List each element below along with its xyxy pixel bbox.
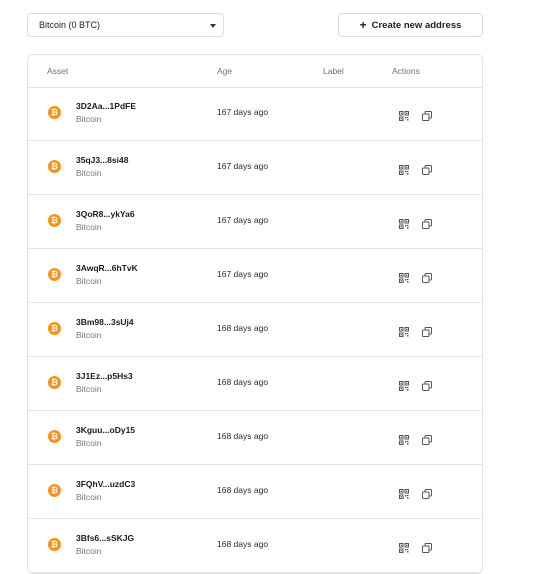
qr-code-icon[interactable] <box>399 162 409 175</box>
address-age: 168 days ago <box>217 431 269 441</box>
copy-icon[interactable] <box>422 108 432 121</box>
chain-name: Bitcoin <box>76 546 102 556</box>
asset-select[interactable]: Bitcoin (0 BTC) <box>27 13 224 37</box>
address-text: 3J1Ez...p5Hs3 <box>76 371 133 381</box>
address-age: 168 days ago <box>217 485 269 495</box>
bitcoin-icon: ₿ <box>48 106 61 119</box>
qr-code-icon[interactable] <box>399 270 409 283</box>
qr-code-icon[interactable] <box>399 378 409 391</box>
bitcoin-icon: ₿ <box>48 268 61 281</box>
address-table: Asset Age Label Actions ₿ 3D2Aa...1PdFE Bi… <box>27 54 483 574</box>
address-text: 3Bfs6...sSKJG <box>76 533 135 543</box>
copy-icon[interactable] <box>422 432 432 445</box>
qr-code-icon[interactable] <box>399 108 409 121</box>
table-header: Asset Age Label Actions <box>28 55 482 88</box>
address-age: 167 days ago <box>217 215 269 225</box>
asset-select-value: Bitcoin (0 BTC) <box>39 20 101 30</box>
column-header-age: Age <box>217 66 233 76</box>
address-text: 3Bm98...3sUj4 <box>76 317 134 327</box>
copy-icon[interactable] <box>422 270 432 283</box>
qr-code-icon[interactable] <box>399 432 409 445</box>
table-row[interactable]: ₿ 3QoR8...ykYa6 Bitcoin 167 days ago <box>28 195 482 249</box>
chain-name: Bitcoin <box>76 114 102 124</box>
plus-icon: + <box>359 18 367 32</box>
table-row[interactable]: ₿ 3Kguu...oDy15 Bitcoin 168 days ago <box>28 411 482 465</box>
copy-icon[interactable] <box>422 216 432 229</box>
bitcoin-icon: ₿ <box>48 160 61 173</box>
create-address-label: Create new address <box>371 19 462 31</box>
chain-name: Bitcoin <box>76 276 102 286</box>
copy-icon[interactable] <box>422 324 432 337</box>
chain-name: Bitcoin <box>76 168 102 178</box>
table-row[interactable]: ₿ 3Bm98...3sUj4 Bitcoin 168 days ago <box>28 303 482 357</box>
copy-icon[interactable] <box>422 486 432 499</box>
chain-name: Bitcoin <box>76 492 102 502</box>
address-age: 168 days ago <box>217 377 269 387</box>
table-row[interactable]: ₿ 3D2Aa...1PdFE Bitcoin 167 days ago <box>28 87 482 141</box>
chain-name: Bitcoin <box>76 438 102 448</box>
address-age: 168 days ago <box>217 323 269 333</box>
qr-code-icon[interactable] <box>399 486 409 499</box>
bitcoin-icon: ₿ <box>48 484 61 497</box>
column-header-actions: Actions <box>392 66 420 76</box>
table-row[interactable]: ₿ 3Bfs6...sSKJG Bitcoin 168 days ago <box>28 519 482 573</box>
address-age: 167 days ago <box>217 161 269 171</box>
column-header-asset: Asset <box>47 66 69 76</box>
address-text: 3AwqR...6hTvK <box>76 263 138 273</box>
bitcoin-icon: ₿ <box>48 214 61 227</box>
chain-name: Bitcoin <box>76 222 102 232</box>
table-row[interactable]: ₿ 3FQhV...uzdC3 Bitcoin 168 days ago <box>28 465 482 519</box>
bitcoin-icon: ₿ <box>48 376 61 389</box>
create-address-button[interactable]: + Create new address <box>338 13 483 37</box>
address-text: 3FQhV...uzdC3 <box>76 479 136 489</box>
bitcoin-icon: ₿ <box>48 322 61 335</box>
chain-name: Bitcoin <box>76 384 102 394</box>
address-text: 3QoR8...ykYa6 <box>76 209 135 219</box>
qr-code-icon[interactable] <box>399 216 409 229</box>
address-text: 3D2Aa...1PdFE <box>76 101 136 111</box>
table-row[interactable]: ₿ 3J1Ez...p5Hs3 Bitcoin 168 days ago <box>28 357 482 411</box>
table-row[interactable]: ₿ 3AwqR...6hTvK Bitcoin 167 days ago <box>28 249 482 303</box>
bitcoin-icon: ₿ <box>48 430 61 443</box>
table-row[interactable]: ₿ 35qJ3...8si48 Bitcoin 167 days ago <box>28 141 482 195</box>
address-text: 3Kguu...oDy15 <box>76 425 136 435</box>
chain-name: Bitcoin <box>76 330 102 340</box>
address-age: 168 days ago <box>217 539 269 549</box>
caret-down-icon <box>210 24 216 28</box>
copy-icon[interactable] <box>422 162 432 175</box>
address-age: 167 days ago <box>217 107 269 117</box>
address-text: 35qJ3...8si48 <box>76 155 129 165</box>
address-age: 167 days ago <box>217 269 269 279</box>
bitcoin-icon: ₿ <box>48 538 61 551</box>
qr-code-icon[interactable] <box>399 324 409 337</box>
copy-icon[interactable] <box>422 378 432 391</box>
column-header-label: Label <box>323 66 344 76</box>
